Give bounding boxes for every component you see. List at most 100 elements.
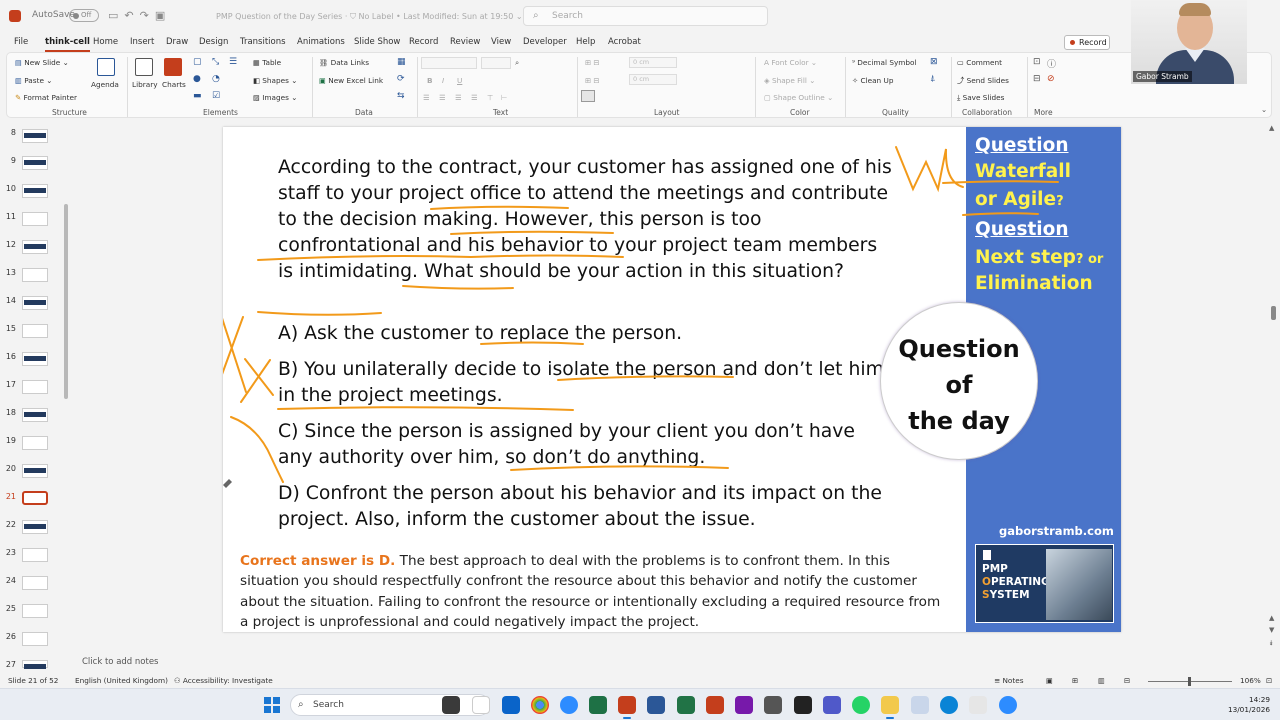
browser-icon[interactable] [940, 696, 958, 714]
slideshow-icon[interactable]: ⊟ [1124, 676, 1130, 685]
option-c[interactable]: C) Since the person is assigned by your … [278, 419, 893, 471]
save-slides-button[interactable]: ⤓ Save Slides [957, 93, 1004, 103]
tools-icon[interactable]: ⊡ [1033, 57, 1041, 67]
snipping-tool-icon[interactable] [911, 696, 929, 714]
windows-start-icon[interactable] [264, 697, 280, 713]
tab-insert[interactable]: Insert [130, 37, 154, 47]
font-size-dropdown[interactable] [481, 57, 511, 69]
language-indicator[interactable]: English (United Kingdom) [75, 676, 168, 685]
table-button[interactable]: ▦ Table [253, 58, 281, 67]
question-text[interactable]: According to the contract, your customer… [278, 155, 893, 285]
tab-file[interactable]: File [14, 37, 28, 47]
zoom-slider-thumb[interactable] [1188, 677, 1191, 686]
data-sheet-icon[interactable]: ▦ [397, 57, 406, 67]
undo-icon[interactable]: ↶ [124, 9, 139, 22]
slide-canvas[interactable]: According to the contract, your customer… [223, 127, 1121, 632]
normal-view-icon[interactable]: ▣ [1046, 676, 1053, 685]
tab-help[interactable]: Help [576, 37, 595, 47]
file-explorer-icon[interactable] [881, 696, 899, 719]
slide-thumbnail[interactable] [22, 660, 48, 669]
tab-slide-show[interactable]: Slide Show [354, 37, 400, 47]
fit-slide-icon[interactable]: ⊡ [1266, 676, 1272, 685]
underline-button[interactable]: U [457, 76, 462, 85]
font-name-dropdown[interactable] [421, 57, 477, 69]
align-right-icon[interactable]: ☰ [455, 93, 462, 102]
rectangle-shape-icon[interactable]: ▬ [193, 91, 202, 101]
sync-icon[interactable]: ⇆ [397, 91, 405, 101]
slide-thumbnail[interactable] [22, 632, 48, 646]
tab-review[interactable]: Review [450, 37, 480, 47]
scroll-page-down-icon[interactable]: ⯯ [1269, 639, 1273, 648]
paste-button[interactable]: ▥ Paste ⌄ [15, 76, 52, 85]
info-icon[interactable]: ⓘ [1047, 57, 1056, 70]
notes-button[interactable]: ≡ Notes [994, 676, 1024, 685]
charts-button[interactable]: Charts [162, 80, 186, 89]
slide-thumbnail[interactable] [22, 324, 48, 338]
slide-thumbnail[interactable] [22, 548, 48, 562]
width-input[interactable]: 0 cm [629, 57, 677, 68]
task-view-icon[interactable] [442, 696, 460, 714]
shape-fill-button[interactable]: ◈ Shape Fill ⌄ [764, 76, 815, 85]
shapes-button[interactable]: ◧ Shapes ⌄ [253, 76, 297, 85]
tab-draw[interactable]: Draw [166, 37, 188, 47]
onenote-icon[interactable] [735, 696, 753, 714]
record-button[interactable]: Record [1064, 35, 1110, 50]
format-painter-button[interactable]: ✎ Format Painter [15, 93, 77, 102]
tab-think-cell[interactable]: think-cell [45, 37, 90, 52]
arrow-shape-icon[interactable]: ◔ [212, 74, 220, 84]
shape-outline-button[interactable]: ▢ Shape Outline ⌄ [764, 93, 833, 102]
redo-icon[interactable]: ↷ [140, 9, 155, 22]
scrollbar-thumb[interactable] [1271, 306, 1276, 320]
tab-design[interactable]: Design [199, 37, 228, 47]
tab-home[interactable]: Home [93, 37, 118, 47]
library-button[interactable]: Library [132, 80, 158, 89]
slide-thumbnail-active[interactable] [22, 491, 48, 505]
spell-icon[interactable]: ⍋ [930, 74, 935, 84]
align-justify-icon[interactable]: ☰ [471, 93, 478, 102]
file-icon[interactable] [472, 696, 490, 714]
align-center-icon[interactable]: ☰ [439, 93, 446, 102]
data-links-button[interactable]: ⛓ Data Links [319, 58, 369, 67]
stop-icon[interactable]: ⊘ [1047, 74, 1055, 84]
notes-area[interactable]: Click to add notes [73, 655, 1263, 671]
outlook-icon[interactable] [502, 696, 520, 714]
new-slide-button[interactable]: ▤ New Slide ⌄ [15, 58, 69, 67]
agenda-button[interactable]: Agenda [91, 80, 119, 89]
app-icon[interactable] [764, 696, 782, 714]
align-top-icon[interactable]: ⊤ [487, 93, 493, 102]
slide-thumbnail[interactable] [22, 380, 48, 394]
accessibility-button[interactable]: ⚇ Accessibility: Investigate [174, 676, 273, 685]
tab-developer[interactable]: Developer [523, 37, 567, 47]
find-icon[interactable]: ⌕ [515, 58, 519, 68]
slide-thumbnail[interactable] [22, 184, 48, 198]
circle-shape-icon[interactable]: ● [193, 74, 201, 84]
zoom-meetings-icon[interactable] [560, 696, 578, 714]
autosave-toggle[interactable]: Off [69, 9, 99, 22]
bold-button[interactable]: B [427, 76, 433, 85]
layout-distribute-icon[interactable]: ⊞ ⊟ [585, 76, 600, 85]
slide-thumbnail[interactable] [22, 436, 48, 450]
option-b[interactable]: B) You unilaterally decide to isolate th… [278, 357, 893, 409]
slide-thumbnail[interactable] [22, 212, 48, 226]
text-box-icon[interactable]: ▢ [193, 57, 202, 67]
scroll-down-icon[interactable]: ▼ [1269, 626, 1274, 634]
question-of-the-day-badge[interactable]: Question of the day [880, 302, 1038, 460]
present-icon[interactable]: ▣ [155, 9, 171, 22]
powerpoint-taskbar-icon[interactable] [618, 696, 636, 719]
settings-icon[interactable]: ⊟ [1033, 74, 1041, 84]
collapse-ribbon-icon[interactable]: ⌄ [1261, 105, 1267, 114]
reading-view-icon[interactable]: ▥ [1098, 676, 1105, 685]
tab-animations[interactable]: Animations [297, 37, 345, 47]
word-taskbar-icon[interactable] [647, 696, 665, 714]
thumbnail-scrollbar[interactable] [64, 204, 68, 399]
scroll-up-icon[interactable]: ▲ [1269, 614, 1274, 622]
terminal-icon[interactable] [794, 696, 812, 714]
slide-thumbnail[interactable] [22, 520, 48, 534]
send-slides-button[interactable]: ⤴ Send Slides [957, 76, 1009, 86]
slide-thumbnail[interactable] [22, 576, 48, 590]
tab-transitions[interactable]: Transitions [240, 37, 286, 47]
slide-thumbnail[interactable] [22, 352, 48, 366]
zoom-level[interactable]: 106% [1240, 676, 1261, 685]
check-icon[interactable]: ⊠ [930, 57, 938, 67]
option-a[interactable]: A) Ask the customer to replace the perso… [278, 321, 893, 347]
